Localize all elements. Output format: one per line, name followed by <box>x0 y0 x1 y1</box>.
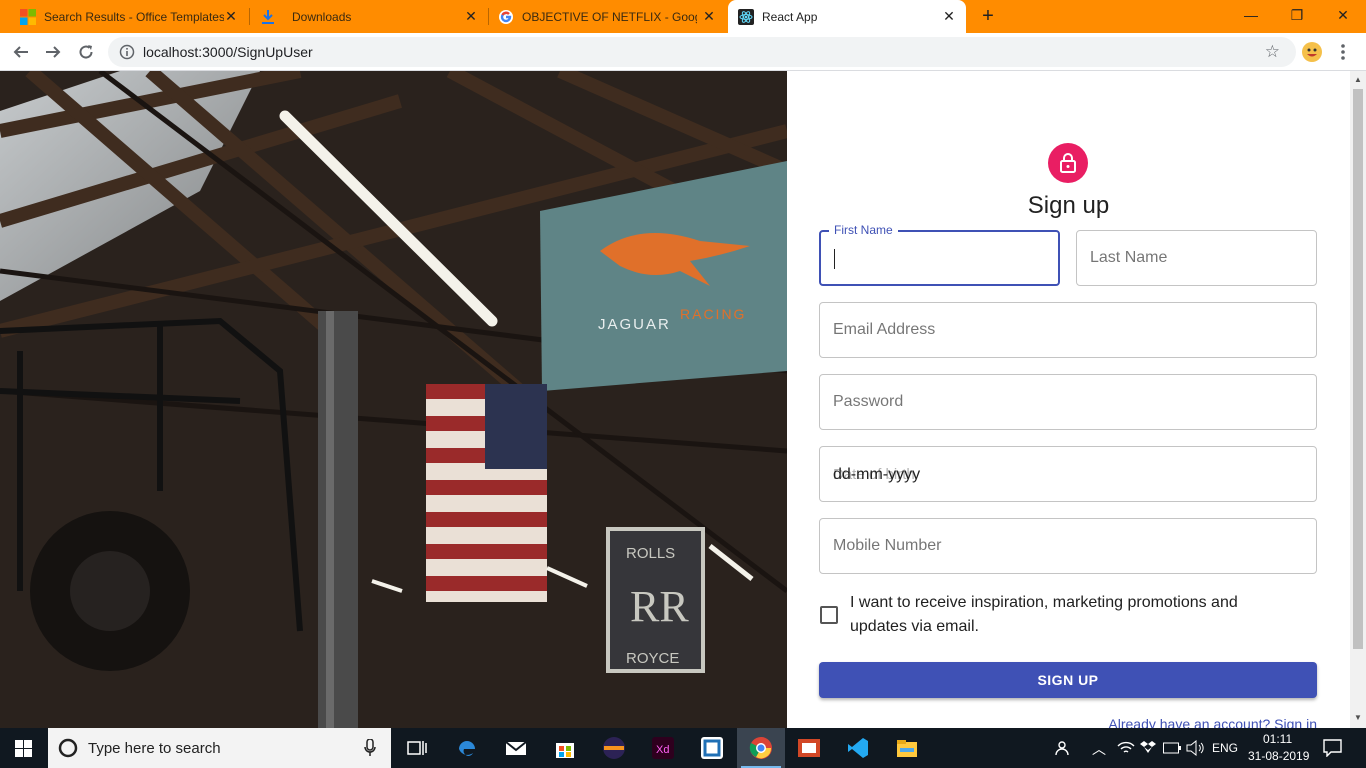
email-placeholder: Email Address <box>833 321 936 338</box>
page-scrollbar[interactable]: ▲ ▼ <box>1350 71 1366 728</box>
url-text: localhost:3000/SignUpUser <box>143 44 313 60</box>
tab-downloads[interactable]: Downloads ✕ <box>252 0 488 33</box>
browser-toolbar: localhost:3000/SignUpUser ☆ <box>0 33 1366 71</box>
consent-checkbox[interactable] <box>820 606 838 624</box>
password-placeholder: Password <box>833 393 904 410</box>
bookmark-star-icon[interactable]: ☆ <box>1265 42 1280 62</box>
consent-label: I want to receive inspiration, marketing… <box>850 594 1238 635</box>
first-name-label: First Name <box>829 223 898 237</box>
password-field[interactable]: Password <box>819 374 1317 430</box>
dob-format: dd-mm-yyyy <box>833 466 921 483</box>
mobile-placeholder: Mobile Number <box>833 537 942 554</box>
back-arrow-icon <box>13 46 28 58</box>
windows-taskbar: Type here to search Xd ︿ ENG 01:11 31-08… <box>0 728 1366 768</box>
sign-rr-text: RR <box>630 582 689 631</box>
file-explorer-icon[interactable] <box>895 736 919 760</box>
banner-racing-text: RACING <box>680 306 746 322</box>
page-title: Sign up <box>1027 192 1110 219</box>
app-frame-icon[interactable] <box>700 736 724 760</box>
mobile-number-field[interactable]: Mobile Number <box>819 518 1317 574</box>
microsoft-icon <box>20 8 36 25</box>
powerpoint-icon[interactable] <box>797 736 821 760</box>
battery-icon[interactable] <box>1163 741 1181 759</box>
address-bar[interactable]: localhost:3000/SignUpUser ☆ <box>108 37 1296 67</box>
volume-icon[interactable] <box>1186 739 1204 761</box>
adobe-xd-icon[interactable]: Xd <box>651 736 675 760</box>
reload-button[interactable] <box>74 40 98 64</box>
input-language[interactable]: ENG <box>1212 741 1238 755</box>
task-view-icon[interactable] <box>405 736 429 760</box>
profile-avatar-icon[interactable] <box>1302 42 1322 62</box>
tab-separator <box>249 8 250 25</box>
scroll-up-icon[interactable]: ▲ <box>1354 75 1362 84</box>
microphone-icon[interactable] <box>364 738 376 762</box>
react-icon <box>738 8 754 25</box>
wifi-icon[interactable] <box>1117 740 1135 761</box>
vscode-icon[interactable] <box>846 736 870 760</box>
show-hidden-icons-chevron-icon[interactable]: ︿ <box>1092 739 1106 759</box>
close-window-button[interactable]: ✕ <box>1320 0 1366 30</box>
back-button[interactable] <box>9 40 33 64</box>
taskbar-search-box[interactable]: Type here to search <box>48 728 391 768</box>
tab-strip: Search Results - Office Templates ✕ Down… <box>0 0 1366 33</box>
sign-in-link[interactable]: Already have an account? Sign in <box>1108 716 1317 728</box>
lock-avatar <box>1048 143 1088 183</box>
date-of-birth-field[interactable]: Date of birth dd-mm-yyyy <box>819 446 1317 502</box>
tab-label: OBJECTIVE OF NETFLIX - Google <box>522 9 697 24</box>
tab-separator <box>488 8 489 25</box>
cortana-icon <box>58 738 78 763</box>
first-name-field[interactable]: First Name <box>819 223 1060 286</box>
tab-label: Search Results - Office Templates <box>44 9 224 24</box>
chrome-icon[interactable] <box>749 736 773 760</box>
scrollbar-thumb[interactable] <box>1353 89 1363 649</box>
banner-jaguar-text: JAGUAR <box>598 316 671 333</box>
scroll-down-icon[interactable]: ▼ <box>1354 713 1362 722</box>
close-icon[interactable]: ✕ <box>464 9 478 23</box>
google-icon <box>498 9 514 25</box>
sign-rolls-text: ROLLS <box>626 545 675 562</box>
clock-date[interactable]: 31-08-2019 <box>1248 749 1309 763</box>
tab-office-templates[interactable]: Search Results - Office Templates ✕ <box>12 0 248 33</box>
tab-label: Downloads <box>292 9 352 24</box>
last-name-placeholder: Last Name <box>1090 249 1168 266</box>
new-tab-button[interactable]: + <box>977 5 999 27</box>
chrome-menu-icon[interactable] <box>1336 41 1350 63</box>
forward-arrow-icon <box>46 46 61 58</box>
minimize-button[interactable]: — <box>1228 0 1274 30</box>
dropbox-icon[interactable] <box>1140 740 1156 760</box>
maximize-button[interactable]: ❐ <box>1274 0 1320 30</box>
clock-time[interactable]: 01:11 <box>1263 732 1292 746</box>
hero-garage-image: JAGUAR RACING ROLLS RR ROYCE <box>0 71 787 728</box>
info-icon[interactable] <box>119 44 135 60</box>
page-viewport: JAGUAR RACING ROLLS RR ROYCE Sign up Fir… <box>0 71 1366 728</box>
windows-start-icon[interactable] <box>15 740 32 762</box>
svg-text:Xd: Xd <box>656 744 669 756</box>
mail-icon[interactable] <box>504 736 528 760</box>
eclipse-icon[interactable] <box>602 736 626 760</box>
close-icon[interactable]: ✕ <box>224 9 238 23</box>
text-cursor <box>834 249 835 269</box>
action-center-icon[interactable] <box>1323 739 1342 762</box>
last-name-field[interactable]: Last Name <box>1076 230 1317 286</box>
store-icon[interactable] <box>553 736 577 760</box>
download-icon <box>260 9 276 25</box>
email-field[interactable]: Email Address <box>819 302 1317 358</box>
tab-react-app[interactable]: React App ✕ <box>728 0 966 33</box>
close-icon[interactable]: ✕ <box>942 9 956 23</box>
reload-icon <box>79 45 93 59</box>
tab-netflix-google[interactable]: OBJECTIVE OF NETFLIX - Google ✕ <box>490 0 726 33</box>
taskbar-search-placeholder: Type here to search <box>88 740 221 757</box>
sign-up-button[interactable]: SIGN UP <box>819 662 1317 698</box>
signup-panel: Sign up First Name Last Name Email Addre… <box>787 71 1350 728</box>
tab-label: React App <box>762 9 818 24</box>
lock-icon <box>1060 153 1076 173</box>
people-icon[interactable] <box>1055 739 1073 762</box>
sign-royce-text: ROYCE <box>626 650 679 667</box>
edge-icon[interactable] <box>455 736 479 760</box>
forward-button[interactable] <box>41 40 65 64</box>
close-icon[interactable]: ✕ <box>702 9 716 23</box>
